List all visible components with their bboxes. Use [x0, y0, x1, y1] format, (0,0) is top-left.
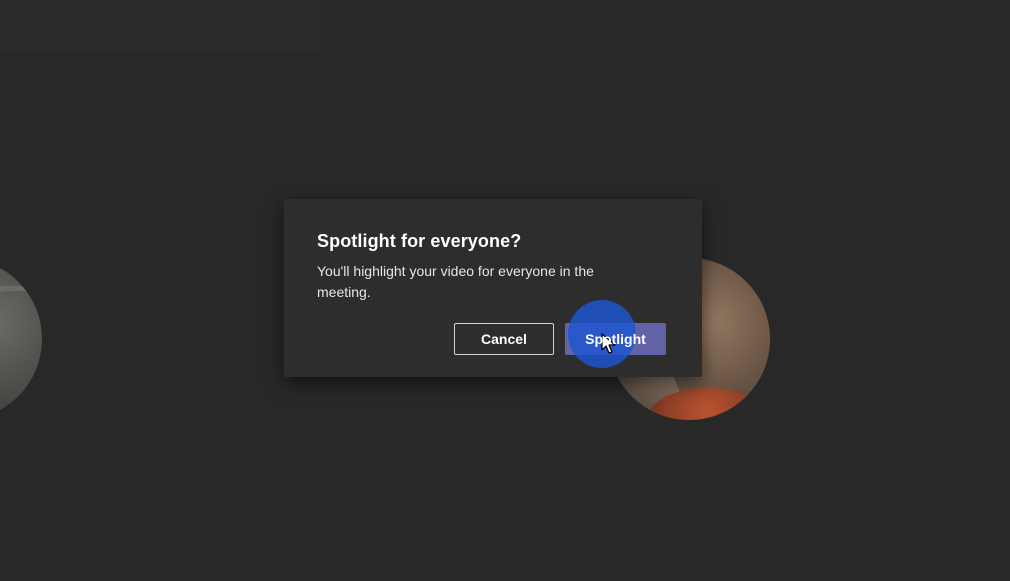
cancel-button-label: Cancel — [481, 331, 527, 347]
top-panel-area — [0, 0, 322, 52]
dialog-message: You'll highlight your video for everyone… — [317, 263, 594, 300]
meeting-stage: Spotlight for everyone? You'll highlight… — [0, 0, 1010, 581]
participant-video-left[interactable] — [0, 258, 42, 420]
spotlight-dialog: Spotlight for everyone? You'll highlight… — [284, 199, 702, 377]
cancel-button[interactable]: Cancel — [454, 323, 554, 355]
spotlight-button-label: Spotlight — [585, 331, 646, 347]
video-background-detail — [0, 274, 42, 368]
dialog-title: Spotlight for everyone? — [317, 231, 522, 251]
spotlight-button[interactable]: Spotlight — [565, 323, 666, 355]
